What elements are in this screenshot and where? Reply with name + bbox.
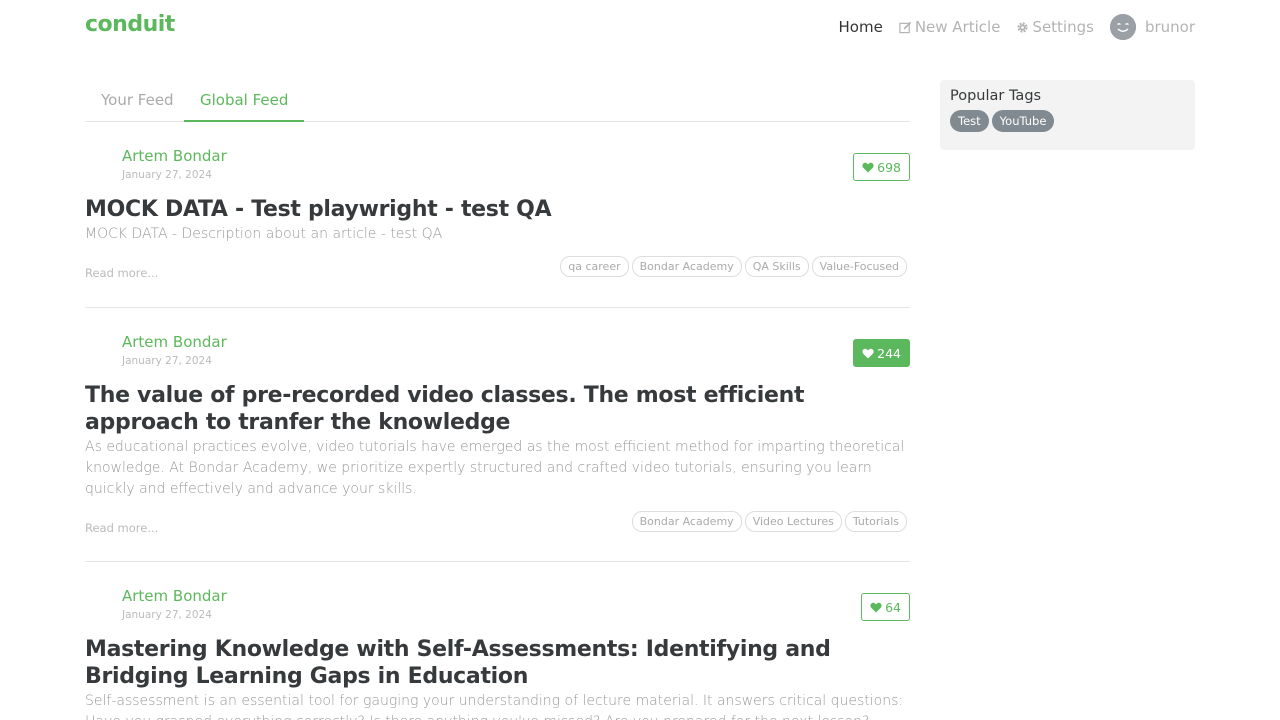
favorite-button[interactable]: 64: [861, 593, 910, 621]
brand-logo[interactable]: conduit: [85, 12, 175, 37]
author-link[interactable]: Artem Bondar: [122, 147, 227, 165]
article-preview: Artem Bondar January 27, 2024 244 The va…: [85, 332, 910, 562]
nav-username: brunor: [1144, 18, 1195, 36]
article-meta: Artem Bondar January 27, 2024 244: [85, 332, 910, 382]
nav-profile-link[interactable]: brunor: [1109, 14, 1195, 40]
compose-icon: [899, 21, 912, 33]
tag-item: Value-Focused: [811, 256, 907, 277]
article-meta: Artem Bondar January 27, 2024 698: [85, 146, 910, 196]
nav-home-label: Home: [838, 18, 883, 36]
tag-item: Tutorials: [844, 511, 907, 532]
gear-icon: [1017, 21, 1029, 33]
popular-tag[interactable]: Test: [950, 110, 989, 132]
popular-tags-sidebar: Popular Tags Test YouTube: [940, 80, 1195, 150]
avatar-smiley-icon: [1109, 14, 1136, 40]
navbar: conduit Home New Article Settings brunor: [0, 0, 1280, 56]
article-date: January 27, 2024: [122, 609, 212, 621]
popular-tag-list: Test YouTube: [950, 110, 1185, 132]
favorite-count: 244: [877, 345, 901, 361]
heart-icon: [870, 602, 882, 612]
tag-item: Bondar Academy: [631, 511, 742, 532]
favorite-button[interactable]: 244: [853, 339, 910, 367]
feed-toggle: Your Feed Global Feed: [85, 80, 910, 122]
read-more-link[interactable]: Read more...: [85, 521, 158, 535]
popular-tag[interactable]: YouTube: [991, 110, 1055, 132]
article-preview: Artem Bondar January 27, 2024 698 MOCK D…: [85, 146, 910, 308]
author-link[interactable]: Artem Bondar: [122, 587, 227, 605]
tag-item: QA Skills: [744, 256, 809, 277]
heart-icon: [862, 162, 874, 172]
nav-new-article-label: New Article: [914, 18, 1001, 36]
article-description[interactable]: As educational practices evolve, video t…: [85, 437, 910, 500]
tag-item: Bondar Academy: [631, 256, 742, 277]
nav-settings-link[interactable]: Settings: [1016, 18, 1094, 36]
favorite-count: 64: [885, 599, 901, 615]
author-link[interactable]: Artem Bondar: [122, 333, 227, 351]
article-title[interactable]: MOCK DATA - Test playwright - test QA: [85, 196, 910, 223]
heart-icon: [862, 348, 874, 358]
article-title[interactable]: Mastering Knowledge with Self-Assessment…: [85, 636, 910, 690]
author-avatar[interactable]: [85, 586, 117, 618]
article-title[interactable]: The value of pre-recorded video classes.…: [85, 382, 910, 436]
article-footer: Read more... Bondar Academy Video Lectur…: [85, 510, 910, 546]
article-description[interactable]: Self-assessment is an essential tool for…: [85, 691, 910, 720]
article-preview: Artem Bondar January 27, 2024 64 Masteri…: [85, 586, 910, 720]
tag-item: Video Lectures: [744, 511, 842, 532]
nav-settings-label: Settings: [1032, 18, 1094, 36]
tab-your-feed[interactable]: Your Feed: [85, 80, 190, 122]
article-meta: Artem Bondar January 27, 2024 64: [85, 586, 910, 636]
tag-list: Bondar Academy Video Lectures Tutorials: [631, 511, 907, 532]
article-description[interactable]: MOCK DATA - Description about an article…: [85, 224, 910, 245]
nav-new-article-link[interactable]: New Article: [899, 18, 1001, 36]
favorite-count: 698: [877, 159, 901, 175]
read-more-link[interactable]: Read more...: [85, 266, 158, 280]
nav-home-link[interactable]: Home: [839, 18, 883, 36]
author-avatar[interactable]: [85, 332, 117, 364]
article-date: January 27, 2024: [122, 355, 212, 367]
favorite-button[interactable]: 698: [853, 153, 910, 181]
tag-list: qa career Bondar Academy QA Skills Value…: [560, 256, 907, 277]
nav-links: Home New Article Settings brunor: [839, 14, 1195, 40]
sidebar-title: Popular Tags: [950, 88, 1042, 104]
tab-global-feed[interactable]: Global Feed: [184, 80, 305, 122]
tag-item: qa career: [560, 256, 629, 277]
author-avatar[interactable]: [85, 146, 117, 178]
article-footer: Read more... qa career Bondar Academy QA…: [85, 255, 910, 291]
article-date: January 27, 2024: [122, 169, 212, 181]
